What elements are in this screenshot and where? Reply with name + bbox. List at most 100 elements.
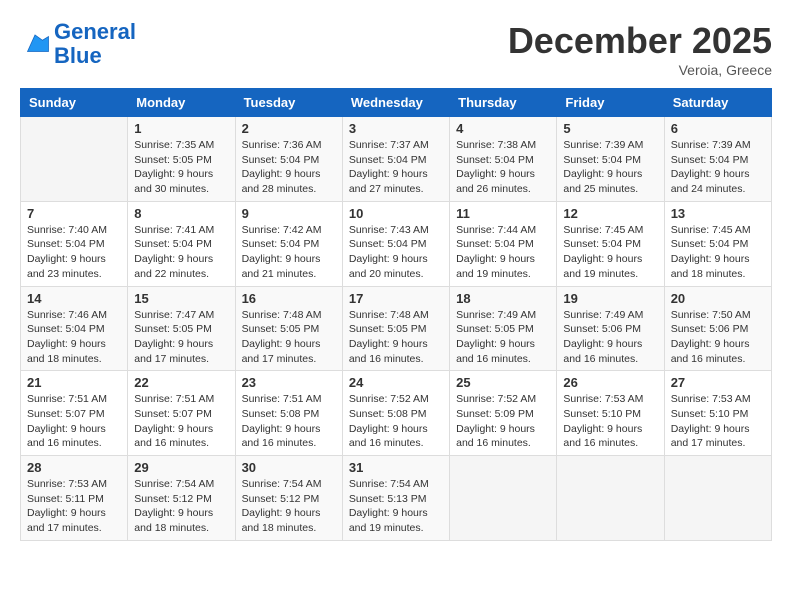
- day-number: 9: [242, 206, 336, 221]
- day-number: 30: [242, 460, 336, 475]
- calendar-cell: 2Sunrise: 7:36 AMSunset: 5:04 PMDaylight…: [235, 117, 342, 202]
- calendar-cell: 25 Sunrise: 7:52 AMSunset: 5:09 PMDayligh…: [450, 371, 557, 456]
- day-info: Sunrise: 7:42 AMSunset: 5:04 PMDaylight:…: [242, 223, 336, 282]
- calendar-cell: 9 Sunrise: 7:42 AMSunset: 5:04 PMDaylight…: [235, 201, 342, 286]
- day-info: Sunrise: 7:48 AMSunset: 5:05 PMDaylight:…: [242, 308, 336, 367]
- day-info: Sunrise: 7:45 AMSunset: 5:04 PMDaylight:…: [671, 223, 765, 282]
- day-number: 15: [134, 291, 228, 306]
- day-info: Sunrise: 7:48 AMSunset: 5:05 PMDaylight:…: [349, 308, 443, 367]
- calendar-cell: 20 Sunrise: 7:50 AMSunset: 5:06 PMDayligh…: [664, 286, 771, 371]
- day-of-week-header: Saturday: [664, 89, 771, 117]
- day-number: 14: [27, 291, 121, 306]
- day-number: 24: [349, 375, 443, 390]
- day-info: Sunrise: 7:53 AMSunset: 5:11 PMDaylight:…: [27, 477, 121, 536]
- day-of-week-header: Wednesday: [342, 89, 449, 117]
- calendar-cell: 11 Sunrise: 7:44 AMSunset: 5:04 PMDayligh…: [450, 201, 557, 286]
- logo-text: General Blue: [54, 20, 136, 68]
- day-of-week-header: Friday: [557, 89, 664, 117]
- calendar-cell: 19 Sunrise: 7:49 AMSunset: 5:06 PMDayligh…: [557, 286, 664, 371]
- day-number: 13: [671, 206, 765, 221]
- day-info: Sunrise: 7:51 AMSunset: 5:07 PMDaylight:…: [134, 392, 228, 451]
- calendar-cell: 27Sunrise: 7:53 AMSunset: 5:10 PMDayligh…: [664, 371, 771, 456]
- day-number: 23: [242, 375, 336, 390]
- day-info: Sunrise: 7:44 AMSunset: 5:04 PMDaylight:…: [456, 223, 550, 282]
- calendar-cell: 10 Sunrise: 7:43 AMSunset: 5:04 PMDayligh…: [342, 201, 449, 286]
- day-info: Sunrise: 7:51 AMSunset: 5:08 PMDaylight:…: [242, 392, 336, 451]
- day-number: 3: [349, 121, 443, 136]
- day-info: Sunrise: 7:52 AMSunset: 5:09 PMDaylight:…: [456, 392, 550, 451]
- calendar-cell: [450, 456, 557, 541]
- calendar-cell: 22Sunrise: 7:51 AMSunset: 5:07 PMDayligh…: [128, 371, 235, 456]
- day-number: 8: [134, 206, 228, 221]
- calendar-cell: [21, 117, 128, 202]
- day-info: Sunrise: 7:35 AMSunset: 5:05 PMDaylight:…: [134, 138, 228, 197]
- day-number: 25: [456, 375, 550, 390]
- day-number: 16: [242, 291, 336, 306]
- logo-icon: [20, 29, 50, 59]
- day-info: Sunrise: 7:51 AMSunset: 5:07 PMDaylight:…: [27, 392, 121, 451]
- calendar-cell: [664, 456, 771, 541]
- day-of-week-header: Sunday: [21, 89, 128, 117]
- day-number: 12: [563, 206, 657, 221]
- day-info: Sunrise: 7:40 AMSunset: 5:04 PMDaylight:…: [27, 223, 121, 282]
- calendar-cell: 8 Sunrise: 7:41 AMSunset: 5:04 PMDaylight…: [128, 201, 235, 286]
- day-of-week-header: Monday: [128, 89, 235, 117]
- day-number: 11: [456, 206, 550, 221]
- day-info: Sunrise: 7:52 AMSunset: 5:08 PMDaylight:…: [349, 392, 443, 451]
- day-number: 31: [349, 460, 443, 475]
- calendar-cell: 16 Sunrise: 7:48 AMSunset: 5:05 PMDayligh…: [235, 286, 342, 371]
- calendar-cell: 30 Sunrise: 7:54 AMSunset: 5:12 PMDayligh…: [235, 456, 342, 541]
- day-number: 26: [563, 375, 657, 390]
- title-section: December 2025 Veroia, Greece: [508, 20, 772, 78]
- day-number: 17: [349, 291, 443, 306]
- calendar-cell: 1 Sunrise: 7:35 AMSunset: 5:05 PMDaylight…: [128, 117, 235, 202]
- calendar-week-row: 28Sunrise: 7:53 AMSunset: 5:11 PMDayligh…: [21, 456, 772, 541]
- calendar-cell: 17 Sunrise: 7:48 AMSunset: 5:05 PMDayligh…: [342, 286, 449, 371]
- day-info: Sunrise: 7:54 AMSunset: 5:13 PMDaylight:…: [349, 477, 443, 536]
- calendar-cell: 5Sunrise: 7:39 AMSunset: 5:04 PMDaylight…: [557, 117, 664, 202]
- calendar-week-row: 14 Sunrise: 7:46 AMSunset: 5:04 PMDayligh…: [21, 286, 772, 371]
- page-header: General Blue December 2025 Veroia, Greec…: [20, 20, 772, 78]
- calendar-cell: 18 Sunrise: 7:49 AMSunset: 5:05 PMDayligh…: [450, 286, 557, 371]
- calendar-cell: 12 Sunrise: 7:45 AMSunset: 5:04 PMDayligh…: [557, 201, 664, 286]
- calendar-week-row: 1 Sunrise: 7:35 AMSunset: 5:05 PMDaylight…: [21, 117, 772, 202]
- day-info: Sunrise: 7:54 AMSunset: 5:12 PMDaylight:…: [134, 477, 228, 536]
- calendar-cell: 26 Sunrise: 7:53 AMSunset: 5:10 PMDayligh…: [557, 371, 664, 456]
- day-number: 6: [671, 121, 765, 136]
- day-info: Sunrise: 7:38 AMSunset: 5:04 PMDaylight:…: [456, 138, 550, 197]
- day-number: 21: [27, 375, 121, 390]
- day-number: 19: [563, 291, 657, 306]
- day-info: Sunrise: 7:49 AMSunset: 5:05 PMDaylight:…: [456, 308, 550, 367]
- calendar-cell: 4 Sunrise: 7:38 AMSunset: 5:04 PMDaylight…: [450, 117, 557, 202]
- day-info: Sunrise: 7:54 AMSunset: 5:12 PMDaylight:…: [242, 477, 336, 536]
- day-info: Sunrise: 7:41 AMSunset: 5:04 PMDaylight:…: [134, 223, 228, 282]
- day-info: Sunrise: 7:49 AMSunset: 5:06 PMDaylight:…: [563, 308, 657, 367]
- calendar-cell: 6Sunrise: 7:39 AMSunset: 5:04 PMDaylight…: [664, 117, 771, 202]
- calendar-cell: 28Sunrise: 7:53 AMSunset: 5:11 PMDayligh…: [21, 456, 128, 541]
- day-number: 18: [456, 291, 550, 306]
- calendar-cell: 21 Sunrise: 7:51 AMSunset: 5:07 PMDayligh…: [21, 371, 128, 456]
- calendar-cell: 14 Sunrise: 7:46 AMSunset: 5:04 PMDayligh…: [21, 286, 128, 371]
- calendar-cell: 13 Sunrise: 7:45 AMSunset: 5:04 PMDayligh…: [664, 201, 771, 286]
- day-info: Sunrise: 7:47 AMSunset: 5:05 PMDaylight:…: [134, 308, 228, 367]
- month-year: December 2025: [508, 20, 772, 62]
- day-info: Sunrise: 7:46 AMSunset: 5:04 PMDaylight:…: [27, 308, 121, 367]
- calendar-cell: 23 Sunrise: 7:51 AMSunset: 5:08 PMDayligh…: [235, 371, 342, 456]
- calendar-cell: 3Sunrise: 7:37 AMSunset: 5:04 PMDaylight…: [342, 117, 449, 202]
- calendar-cell: [557, 456, 664, 541]
- day-info: Sunrise: 7:45 AMSunset: 5:04 PMDaylight:…: [563, 223, 657, 282]
- days-of-week-header: SundayMondayTuesdayWednesdayThursdayFrid…: [21, 89, 772, 117]
- day-info: Sunrise: 7:50 AMSunset: 5:06 PMDaylight:…: [671, 308, 765, 367]
- calendar-body: 1 Sunrise: 7:35 AMSunset: 5:05 PMDaylight…: [21, 117, 772, 541]
- day-of-week-header: Tuesday: [235, 89, 342, 117]
- day-number: 10: [349, 206, 443, 221]
- calendar-week-row: 21 Sunrise: 7:51 AMSunset: 5:07 PMDayligh…: [21, 371, 772, 456]
- calendar-cell: 15 Sunrise: 7:47 AMSunset: 5:05 PMDayligh…: [128, 286, 235, 371]
- day-number: 1: [134, 121, 228, 136]
- day-number: 4: [456, 121, 550, 136]
- day-info: Sunrise: 7:53 AMSunset: 5:10 PMDaylight:…: [563, 392, 657, 451]
- day-number: 2: [242, 121, 336, 136]
- day-number: 20: [671, 291, 765, 306]
- day-info: Sunrise: 7:43 AMSunset: 5:04 PMDaylight:…: [349, 223, 443, 282]
- day-number: 27: [671, 375, 765, 390]
